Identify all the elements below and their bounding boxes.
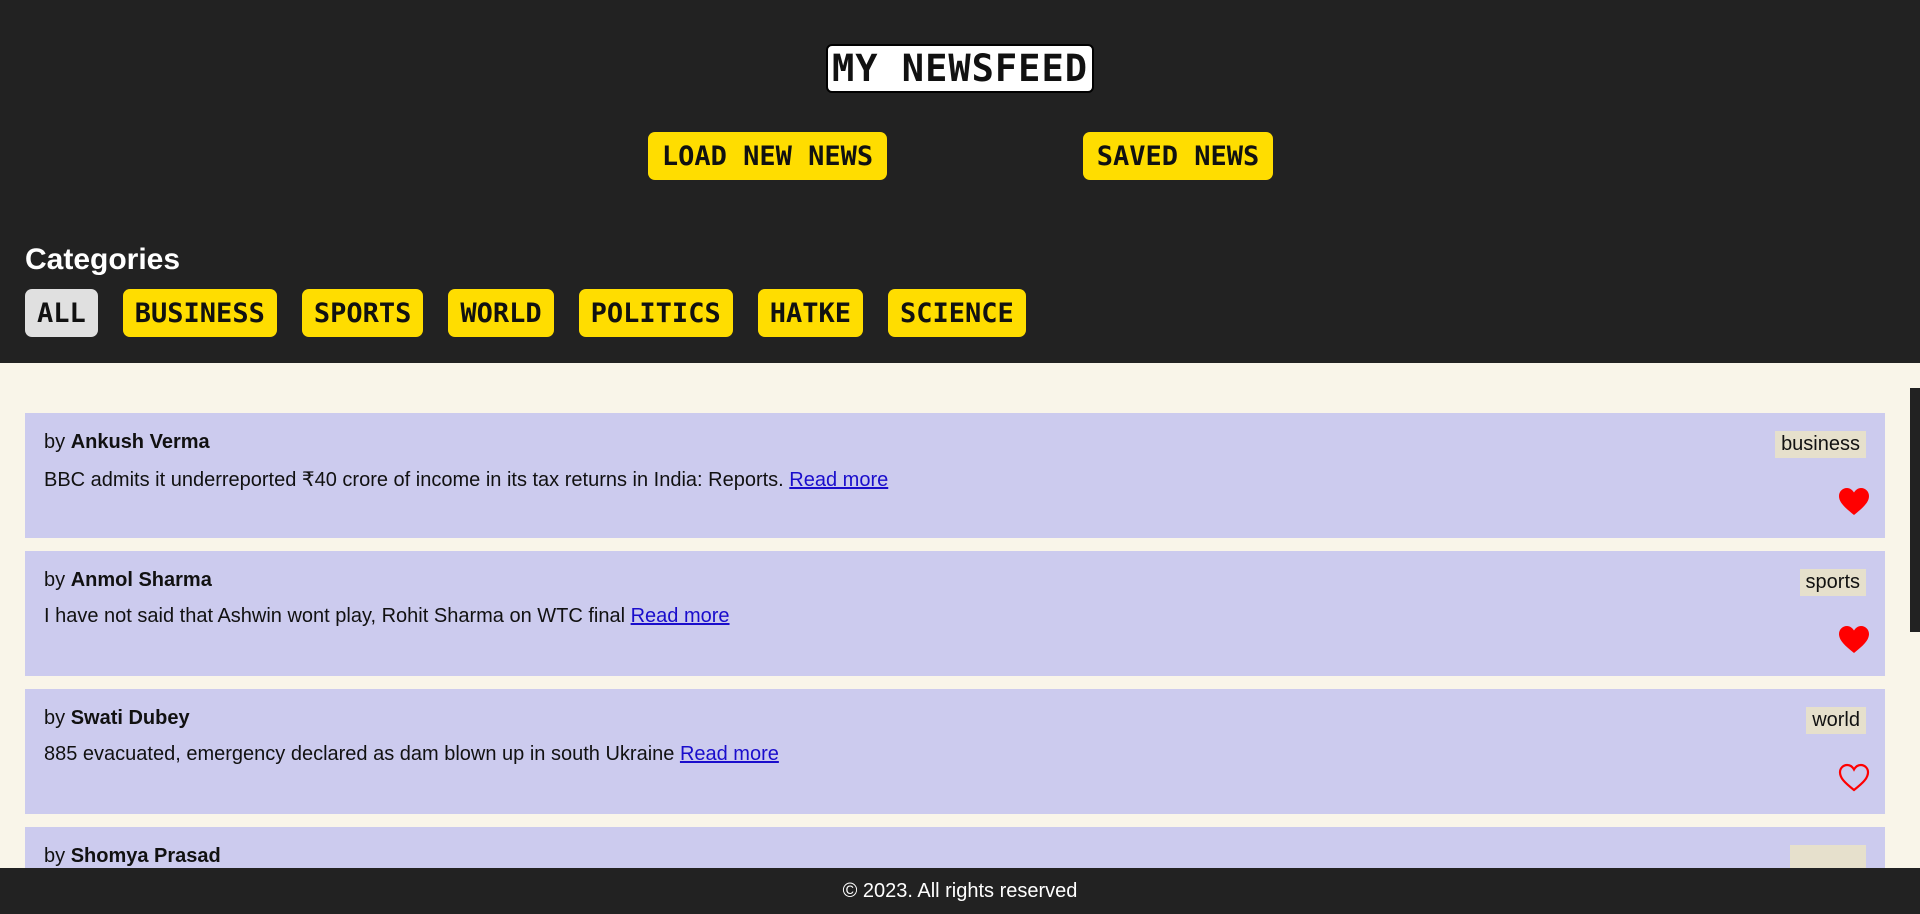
- byline-prefix: by: [44, 845, 71, 867]
- category-tag: business: [1775, 431, 1866, 458]
- category-tag: world: [1806, 707, 1866, 734]
- category-sports-button[interactable]: SPORTS: [301, 289, 424, 337]
- read-more-link[interactable]: Read more: [631, 605, 730, 627]
- scrollbar-thumb[interactable]: [1910, 388, 1920, 632]
- news-feed[interactable]: by Ankush Verma BBC admits it underrepor…: [0, 363, 1920, 868]
- saved-news-button[interactable]: SAVED NEWS: [1083, 132, 1273, 180]
- category-list: ALL BUSINESS SPORTS WORLD POLITICS HATKE…: [25, 289, 1026, 337]
- news-card: by Ankush Verma BBC admits it underrepor…: [25, 413, 1885, 538]
- load-new-news-button[interactable]: LOAD NEW NEWS: [648, 132, 887, 180]
- heart-outline-icon[interactable]: [1838, 763, 1870, 793]
- page-title: MY NEWSFEED: [826, 44, 1094, 93]
- category-hatke-button[interactable]: HATKE: [757, 289, 863, 337]
- author-name: Ankush Verma: [70, 431, 210, 453]
- byline-prefix: by: [44, 707, 71, 729]
- categories-heading: Categories: [25, 243, 181, 276]
- read-more-link[interactable]: Read more: [680, 743, 779, 765]
- author-name: Anmol Sharma: [70, 569, 212, 591]
- copyright-text: © 2023. All rights reserved: [842, 879, 1078, 902]
- category-politics-button[interactable]: POLITICS: [578, 289, 733, 337]
- author-name: Shomya Prasad: [70, 845, 221, 867]
- news-card: by Swati Dubey 885 evacuated, emergency …: [25, 689, 1885, 814]
- category-tag: [1790, 845, 1866, 868]
- header: MY NEWSFEED LOAD NEW NEWS SAVED NEWS Cat…: [0, 0, 1920, 363]
- heart-filled-icon[interactable]: [1838, 487, 1870, 517]
- news-card: by Anmol Sharma I have not said that Ash…: [25, 551, 1885, 676]
- read-more-link[interactable]: Read more: [789, 469, 888, 491]
- category-tag: sports: [1799, 569, 1866, 596]
- category-science-button[interactable]: SCIENCE: [887, 289, 1026, 337]
- byline-prefix: by: [44, 569, 71, 591]
- news-card: by Shomya Prasad: [25, 827, 1885, 868]
- author-name: Swati Dubey: [70, 707, 190, 729]
- headline-text: I have not said that Ashwin wont play, R…: [44, 605, 631, 627]
- category-business-button[interactable]: BUSINESS: [122, 289, 277, 337]
- heart-filled-icon[interactable]: [1838, 625, 1870, 655]
- footer: © 2023. All rights reserved: [0, 868, 1920, 914]
- headline-text: BBC admits it underreported ₹40 crore of…: [44, 469, 790, 491]
- byline-prefix: by: [44, 431, 71, 453]
- headline-text: 885 evacuated, emergency declared as dam…: [44, 743, 680, 765]
- category-all-button[interactable]: ALL: [25, 289, 98, 337]
- category-world-button[interactable]: WORLD: [448, 289, 554, 337]
